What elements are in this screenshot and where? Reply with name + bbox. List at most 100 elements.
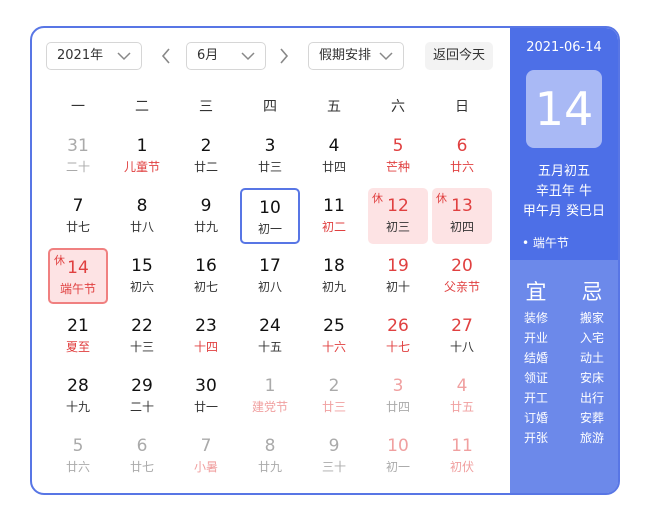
- lunar-label: 初三: [385, 220, 410, 234]
- day-cell[interactable]: 22 十三: [112, 308, 172, 364]
- lunar-label: 建党节: [251, 400, 288, 414]
- lunar-label: 父亲节: [443, 280, 480, 294]
- return-today-button[interactable]: 返回今天: [425, 42, 493, 70]
- lunar-label: 廿四: [385, 400, 410, 414]
- day-cell-holiday[interactable]: 休 13 初四: [432, 188, 492, 244]
- day-cell[interactable]: 31 二十: [48, 128, 108, 184]
- day-cell[interactable]: 8 廿九: [240, 428, 300, 484]
- day-cell[interactable]: 4 廿四: [304, 128, 364, 184]
- lunar-label: 十三: [129, 340, 154, 354]
- day-cell[interactable]: 29 二十: [112, 368, 172, 424]
- lunar-label: 廿九: [193, 220, 218, 234]
- ji-item: 动土: [579, 351, 604, 365]
- lunar-label: 初一: [385, 460, 410, 474]
- day-cell[interactable]: 10 初一: [368, 428, 428, 484]
- day-number: 8: [136, 196, 148, 216]
- lunar-label: 夏至: [65, 340, 90, 354]
- holiday-select[interactable]: 假期安排: [308, 42, 404, 70]
- day-cell[interactable]: 3 廿三: [240, 128, 300, 184]
- day-cell[interactable]: 6 廿七: [112, 428, 172, 484]
- yi-item: 领证: [523, 371, 548, 385]
- lunar-label: 二十: [129, 400, 154, 414]
- day-number: 4: [328, 136, 340, 156]
- day-cell[interactable]: 3 廿四: [368, 368, 428, 424]
- calendar-widget: 2021年 6月 假期安排 返回今天 一 二 三 四 五 六 日 31 二十 1儿…: [30, 26, 620, 495]
- yi-item: 开工: [523, 391, 548, 405]
- day-number: 17: [259, 256, 281, 276]
- day-grid: 31 二十 1 儿童节 2 廿二 3 廿三 4 廿四 5 芒种 6 廿六 7 廿七 8 廿八 9廿…: [46, 128, 494, 488]
- lunar-label: 小暑: [193, 460, 218, 474]
- day-cell-today[interactable]: 10 初一: [240, 188, 300, 244]
- day-number: 11: [451, 436, 473, 456]
- day-cell[interactable]: 25 十六: [304, 308, 364, 364]
- lunar-label: 初六: [129, 280, 154, 294]
- lunar-label: 十四: [193, 340, 218, 354]
- weekday-label: 五: [327, 99, 341, 115]
- lunar-label: 廿三: [321, 400, 346, 414]
- day-cell[interactable]: 2 廿二: [176, 128, 236, 184]
- day-cell[interactable]: 1 儿童节: [112, 128, 172, 184]
- day-cell[interactable]: 18 初九: [304, 248, 364, 304]
- lunar-label: 三十: [321, 460, 346, 474]
- day-cell[interactable]: 6 廿六: [432, 128, 492, 184]
- day-number: 7: [72, 196, 84, 216]
- lunar-label: 廿三: [257, 160, 282, 174]
- day-number: 26: [387, 316, 409, 336]
- day-cell[interactable]: 30 廿一: [176, 368, 236, 424]
- lunar-label: 廿四: [321, 160, 346, 174]
- day-cell-holiday[interactable]: 休 12 初三: [368, 188, 428, 244]
- day-number: 15: [131, 256, 153, 276]
- day-cell[interactable]: 2 廿三: [304, 368, 364, 424]
- day-number: 5: [72, 436, 84, 456]
- day-number: 16: [195, 256, 217, 276]
- lunar-label: 廿五: [449, 400, 474, 414]
- day-number: 23: [195, 316, 217, 336]
- chevron-left-icon[interactable]: [160, 47, 172, 65]
- lunar-label: 廿七: [129, 460, 154, 474]
- yi-item: 结婚: [523, 351, 548, 365]
- day-cell[interactable]: 1 建党节: [240, 368, 300, 424]
- lunar-label: 初伏: [449, 460, 474, 474]
- month-select-value: 6月: [197, 48, 219, 63]
- day-number: 10: [259, 198, 281, 218]
- lunar-label: 廿九: [257, 460, 282, 474]
- day-cell[interactable]: 24 十五: [240, 308, 300, 364]
- day-cell[interactable]: 23 十四: [176, 308, 236, 364]
- day-number: 9: [328, 436, 340, 456]
- day-number: 24: [259, 316, 281, 336]
- day-cell[interactable]: 8 廿八: [112, 188, 172, 244]
- day-cell[interactable]: 26 十七: [368, 308, 428, 364]
- day-number: 6: [456, 136, 468, 156]
- yi-title: 宜: [525, 280, 547, 304]
- day-cell[interactable]: 27 十八: [432, 308, 492, 364]
- day-cell[interactable]: 11 初伏: [432, 428, 492, 484]
- day-cell[interactable]: 11 初二: [304, 188, 364, 244]
- day-cell[interactable]: 7 廿七: [48, 188, 108, 244]
- day-cell[interactable]: 7 小暑: [176, 428, 236, 484]
- year-select[interactable]: 2021年: [46, 42, 142, 70]
- yi-list: 装修 开业 结婚 领证 开工 订婚 开张: [514, 308, 558, 448]
- day-number: 22: [131, 316, 153, 336]
- day-cell-selected[interactable]: 休 14 端午节: [48, 248, 108, 304]
- day-cell[interactable]: 5 廿六: [48, 428, 108, 484]
- day-cell[interactable]: 19 初十: [368, 248, 428, 304]
- lunar-date: 五月初五: [537, 164, 590, 179]
- day-cell[interactable]: 16 初七: [176, 248, 236, 304]
- day-cell[interactable]: 9 廿九: [176, 188, 236, 244]
- lunar-label: 十九: [65, 400, 90, 414]
- lunar-label: 十六: [321, 340, 346, 354]
- day-number: 11: [323, 196, 345, 216]
- day-cell[interactable]: 21 夏至: [48, 308, 108, 364]
- chevron-right-icon[interactable]: [278, 47, 290, 65]
- day-cell[interactable]: 4 廿五: [432, 368, 492, 424]
- day-cell[interactable]: 28 十九: [48, 368, 108, 424]
- day-cell[interactable]: 9 三十: [304, 428, 364, 484]
- month-select[interactable]: 6月: [186, 42, 266, 70]
- day-cell[interactable]: 15 初六: [112, 248, 172, 304]
- year-ganzhi: 辛丑年 牛: [535, 184, 593, 199]
- day-number: 12: [387, 196, 409, 216]
- day-number: 29: [131, 376, 153, 396]
- day-cell[interactable]: 5 芒种: [368, 128, 428, 184]
- day-cell[interactable]: 20 父亲节: [432, 248, 492, 304]
- day-cell[interactable]: 17 初八: [240, 248, 300, 304]
